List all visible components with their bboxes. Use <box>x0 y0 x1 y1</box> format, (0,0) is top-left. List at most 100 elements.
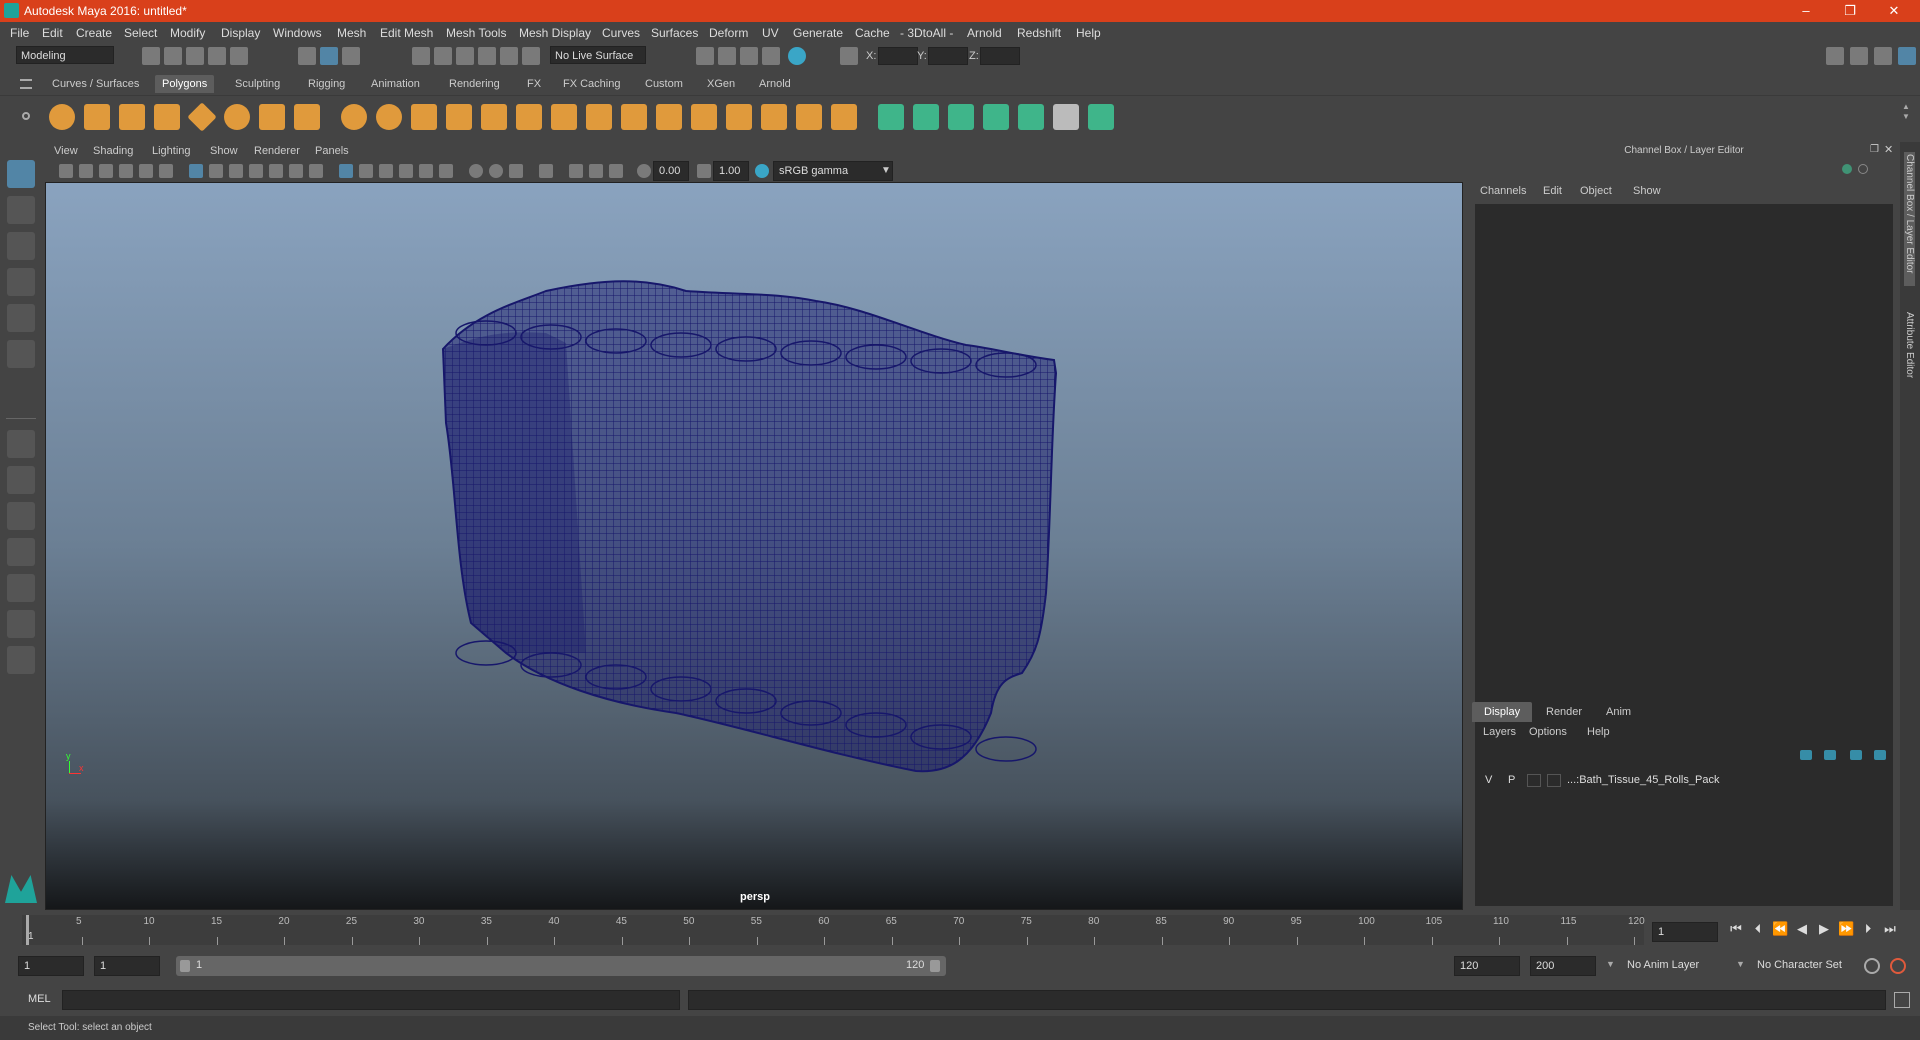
safe-title-icon[interactable] <box>309 164 323 178</box>
save-scene-icon[interactable] <box>186 47 204 65</box>
scene-start-field[interactable]: 1 <box>18 956 84 976</box>
mode-dropdown[interactable]: Modeling <box>16 46 114 64</box>
field-chart-icon[interactable] <box>269 164 283 178</box>
scale-tool-icon[interactable] <box>7 340 35 368</box>
select-tool-icon[interactable] <box>7 160 35 188</box>
float-panel-icon[interactable]: ❐ <box>1870 144 1879 155</box>
menu-curves[interactable]: Curves <box>602 26 640 40</box>
insert-loop-icon[interactable] <box>691 104 717 130</box>
shelf-tab-sculpting[interactable]: Sculpting <box>228 75 287 93</box>
view-transform-dropdown[interactable]: sRGB gamma <box>773 161 893 181</box>
poly-pipe-icon[interactable] <box>294 104 320 130</box>
safe-action-icon[interactable] <box>289 164 303 178</box>
checker-icon[interactable] <box>1053 104 1079 130</box>
anti-aliasing-icon[interactable] <box>509 164 523 178</box>
poly-plane-icon[interactable] <box>187 102 217 132</box>
attribute-editor-icon[interactable] <box>1850 47 1868 65</box>
current-time-marker[interactable] <box>26 915 29 945</box>
attribute-editor-side-tab[interactable]: Attribute Editor <box>1904 312 1915 412</box>
play-forwards-icon[interactable]: ▶ <box>1816 921 1832 937</box>
playback-start-field[interactable]: 1 <box>94 956 160 976</box>
image-plane-icon[interactable] <box>119 164 133 178</box>
snap-live-icon[interactable] <box>522 47 540 65</box>
bevel-icon[interactable] <box>516 104 542 130</box>
viewport-menu-shading[interactable]: Shading <box>93 145 133 157</box>
viewport-menu-show[interactable]: Show <box>210 145 238 157</box>
2d-pan-zoom-icon[interactable] <box>139 164 153 178</box>
go-to-start-icon[interactable]: ⏮ <box>1728 921 1744 937</box>
step-forward-key-icon[interactable]: ⏩ <box>1838 921 1854 937</box>
playback-end-field[interactable]: 120 <box>1454 956 1520 976</box>
menu-edit[interactable]: Edit <box>42 26 63 40</box>
shelf-tab-xgen[interactable]: XGen <box>700 75 742 93</box>
select-hierarchy-icon[interactable] <box>298 47 316 65</box>
layer-playback-toggle[interactable]: P <box>1508 774 1515 786</box>
range-start-handle[interactable] <box>180 960 190 972</box>
wireframe-mesh[interactable] <box>46 183 1463 910</box>
shelf-settings-icon[interactable] <box>22 112 30 120</box>
merge-icon[interactable] <box>761 104 787 130</box>
shelf-tab-polygons[interactable]: Polygons <box>155 75 215 93</box>
snap-view-icon[interactable] <box>478 47 496 65</box>
outliner-icon[interactable] <box>1826 47 1844 65</box>
wireframe-icon[interactable] <box>339 164 353 178</box>
manipulator-icon[interactable] <box>1842 164 1852 174</box>
live-surface-field[interactable]: No Live Surface <box>550 46 646 64</box>
viewport-menu-renderer[interactable]: Renderer <box>254 145 300 157</box>
z-input[interactable] <box>980 47 1020 65</box>
poly-cone-icon[interactable] <box>154 104 180 130</box>
speed-icon[interactable] <box>1858 164 1868 174</box>
chevron-down-icon[interactable]: ▼ <box>881 165 891 176</box>
open-scene-icon[interactable] <box>164 47 182 65</box>
hypershade-icon[interactable] <box>788 47 806 65</box>
exposure-icon[interactable] <box>637 164 651 178</box>
range-end-handle[interactable] <box>930 960 940 972</box>
append-icon[interactable] <box>586 104 612 130</box>
layer-visibility-toggle[interactable]: V <box>1485 774 1492 786</box>
persp-uv-layout-icon[interactable] <box>7 610 35 638</box>
menu-cache[interactable]: Cache <box>855 26 890 40</box>
move-layer-down-icon[interactable] <box>1824 750 1836 760</box>
time-slider-track[interactable] <box>22 915 1644 945</box>
smooth-shade-icon[interactable] <box>359 164 373 178</box>
shelf-tab-fx[interactable]: FX <box>520 75 548 93</box>
persp-outliner-layout-icon[interactable] <box>7 502 35 530</box>
color-management-icon[interactable] <box>755 164 769 178</box>
character-set-dropdown[interactable]: No Character Set <box>1752 956 1864 976</box>
shelf-tab-animation[interactable]: Animation <box>364 75 427 93</box>
shelf-tab-rendering[interactable]: Rendering <box>442 75 507 93</box>
planar-map-icon[interactable] <box>878 104 904 130</box>
smooth-icon[interactable] <box>446 104 472 130</box>
poly-prism-icon[interactable] <box>259 104 285 130</box>
cb-menu-show[interactable]: Show <box>1633 185 1661 197</box>
range-slider[interactable]: 1 120 <box>176 956 946 976</box>
perspective-viewport[interactable]: y x persp <box>45 182 1463 910</box>
layer-color-swatch[interactable] <box>1547 774 1561 787</box>
tool-settings-icon[interactable] <box>1874 47 1892 65</box>
close-panel-icon[interactable]: ✕ <box>1884 143 1893 156</box>
menu-generate[interactable]: Generate <box>793 26 843 40</box>
layer-menu-layers[interactable]: Layers <box>1483 726 1516 738</box>
rotate-tool-icon[interactable] <box>7 304 35 332</box>
transform-mode-icon[interactable] <box>840 47 858 65</box>
layer-tab-display[interactable]: Display <box>1472 702 1533 722</box>
current-frame-field[interactable]: 1 <box>1652 922 1718 942</box>
combine-icon[interactable] <box>341 104 367 130</box>
play-backwards-icon[interactable]: ◀ <box>1794 921 1810 937</box>
textured-icon[interactable] <box>399 164 413 178</box>
uv-layout-icon[interactable] <box>1088 104 1114 130</box>
command-language-label[interactable]: MEL <box>28 993 51 1005</box>
fill-hole-icon[interactable] <box>621 104 647 130</box>
single-perspective-layout-icon[interactable] <box>7 430 35 458</box>
poly-cube-icon[interactable] <box>84 104 110 130</box>
menu-windows[interactable]: Windows <box>273 26 322 40</box>
shadows-icon[interactable] <box>439 164 453 178</box>
cb-menu-object[interactable]: Object <box>1580 185 1612 197</box>
gamma-field[interactable]: 1.00 <box>713 161 749 181</box>
auto-key-icon[interactable] <box>1864 958 1880 974</box>
xray-joints-icon[interactable] <box>589 164 603 178</box>
snap-surface-icon[interactable] <box>500 47 518 65</box>
menu-select[interactable]: Select <box>124 26 157 40</box>
channel-box-icon[interactable] <box>1898 47 1916 65</box>
character-set-chevron-icon[interactable]: ▼ <box>1736 959 1745 969</box>
